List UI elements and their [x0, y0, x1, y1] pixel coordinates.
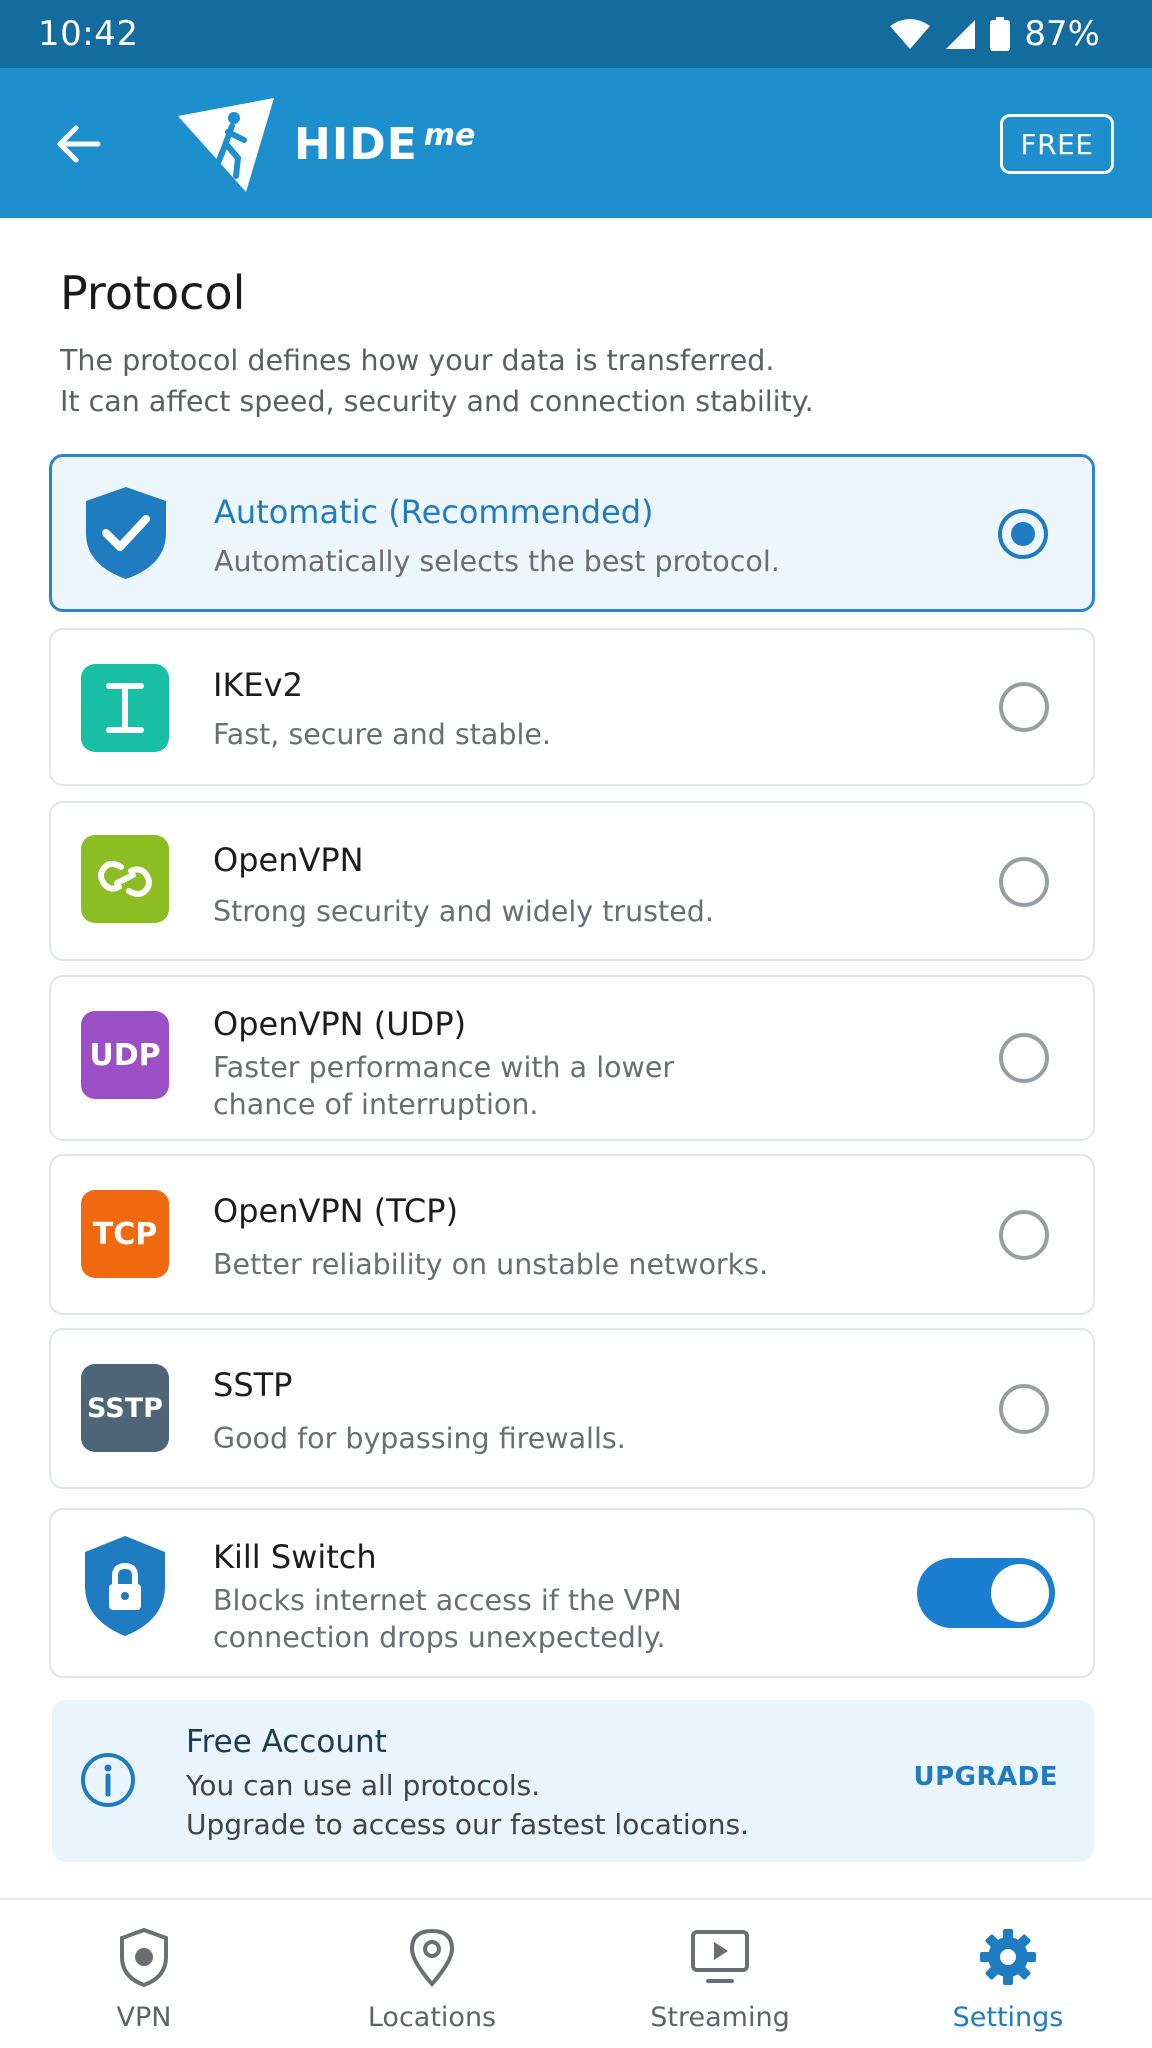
radio-unselected[interactable]	[999, 1384, 1049, 1434]
hideme-logo: HIDE me	[176, 94, 475, 194]
nav-label: Streaming	[650, 2002, 790, 2033]
udp-icon: UDP	[81, 1011, 169, 1099]
ikev2-icon	[81, 664, 169, 752]
gear-icon	[978, 1926, 1038, 1988]
status-icons: 87%	[890, 14, 1100, 54]
protocol-option-automatic[interactable]: Automatic (Recommended) Automatically se…	[49, 454, 1095, 612]
protocol-option-ikev2[interactable]: IKEv2 Fast, secure and stable.	[49, 628, 1095, 786]
protocol-name: SSTP	[213, 1366, 293, 1404]
brand-suffix: me	[423, 117, 476, 153]
radio-unselected[interactable]	[999, 1210, 1049, 1260]
nav-item-settings[interactable]: Settings	[864, 1900, 1152, 2048]
protocol-option-sstp[interactable]: SSTP SSTP Good for bypassing firewalls.	[49, 1328, 1095, 1489]
battery-percent: 87%	[1024, 14, 1100, 54]
app-bar: HIDE me FREE	[0, 68, 1152, 218]
shield-lock-icon	[81, 1536, 169, 1636]
bottom-nav: VPN Locations Streaming Settings	[0, 1898, 1152, 2048]
protocol-name: Automatic (Recommended)	[214, 493, 654, 531]
protocol-option-openvpn-udp[interactable]: UDP OpenVPN (UDP) Faster performance wit…	[49, 975, 1095, 1141]
page-title: Protocol	[60, 266, 246, 320]
status-bar: 10:42 87%	[0, 0, 1152, 68]
free-account-banner: Free Account You can use all protocols. …	[52, 1700, 1094, 1862]
shield-icon	[118, 1926, 170, 1988]
nav-item-vpn[interactable]: VPN	[0, 1900, 288, 2048]
status-time: 10:42	[38, 14, 139, 54]
nav-label: Settings	[952, 2002, 1064, 2033]
protocol-name: OpenVPN	[213, 841, 364, 879]
arrow-left-icon	[57, 125, 101, 163]
nav-label: Locations	[367, 2002, 497, 2033]
kill-switch-title: Kill Switch	[213, 1538, 377, 1576]
link-icon	[81, 835, 169, 923]
page-subtitle: The protocol defines how your data is tr…	[60, 344, 814, 418]
info-icon	[80, 1752, 136, 1812]
protocol-description: Strong security and widely trusted.	[213, 895, 714, 928]
shield-check-icon	[82, 487, 170, 579]
kill-switch-description: Blocks internet access if the VPN connec…	[213, 1584, 682, 1654]
protocol-name: OpenVPN (UDP)	[213, 1005, 467, 1043]
nav-label: VPN	[116, 2002, 172, 2033]
kill-switch-toggle[interactable]	[917, 1558, 1055, 1628]
location-pin-icon	[408, 1926, 456, 1988]
banner-text: You can use all protocols. Upgrade to ac…	[186, 1769, 750, 1841]
protocol-description: Good for bypassing firewalls.	[213, 1422, 626, 1455]
radio-unselected[interactable]	[999, 857, 1049, 907]
protocol-description: Automatically selects the best protocol.	[214, 545, 780, 578]
monitor-play-icon	[690, 1926, 750, 1988]
radio-unselected[interactable]	[999, 1033, 1049, 1083]
protocol-description: Better reliability on unstable networks.	[213, 1248, 769, 1281]
protocol-option-openvpn[interactable]: OpenVPN Strong security and widely trust…	[49, 801, 1095, 961]
upgrade-link[interactable]: UPGRADE	[914, 1762, 1059, 1792]
plan-badge[interactable]: FREE	[1000, 114, 1114, 174]
wifi-icon	[890, 18, 931, 50]
radio-selected[interactable]	[998, 509, 1048, 559]
banner-title: Free Account	[186, 1724, 387, 1760]
protocol-description: Fast, secure and stable.	[213, 718, 551, 751]
kill-switch-row: Kill Switch Blocks internet access if th…	[49, 1508, 1095, 1678]
protocol-name: OpenVPN (TCP)	[213, 1192, 459, 1230]
back-button[interactable]	[48, 114, 108, 174]
logo-flag-icon	[178, 98, 274, 192]
protocol-description: Faster performance with a lower chance o…	[213, 1051, 675, 1121]
brand-name: HIDE	[294, 118, 418, 170]
tcp-icon: TCP	[81, 1190, 169, 1278]
sstp-icon: SSTP	[81, 1364, 169, 1452]
nav-item-locations[interactable]: Locations	[288, 1900, 576, 2048]
battery-icon	[990, 17, 1011, 51]
signal-icon	[944, 18, 976, 50]
radio-unselected[interactable]	[999, 682, 1049, 732]
protocol-option-openvpn-tcp[interactable]: TCP OpenVPN (TCP) Better reliability on …	[49, 1154, 1095, 1315]
protocol-name: IKEv2	[213, 666, 303, 704]
nav-item-streaming[interactable]: Streaming	[576, 1900, 864, 2048]
